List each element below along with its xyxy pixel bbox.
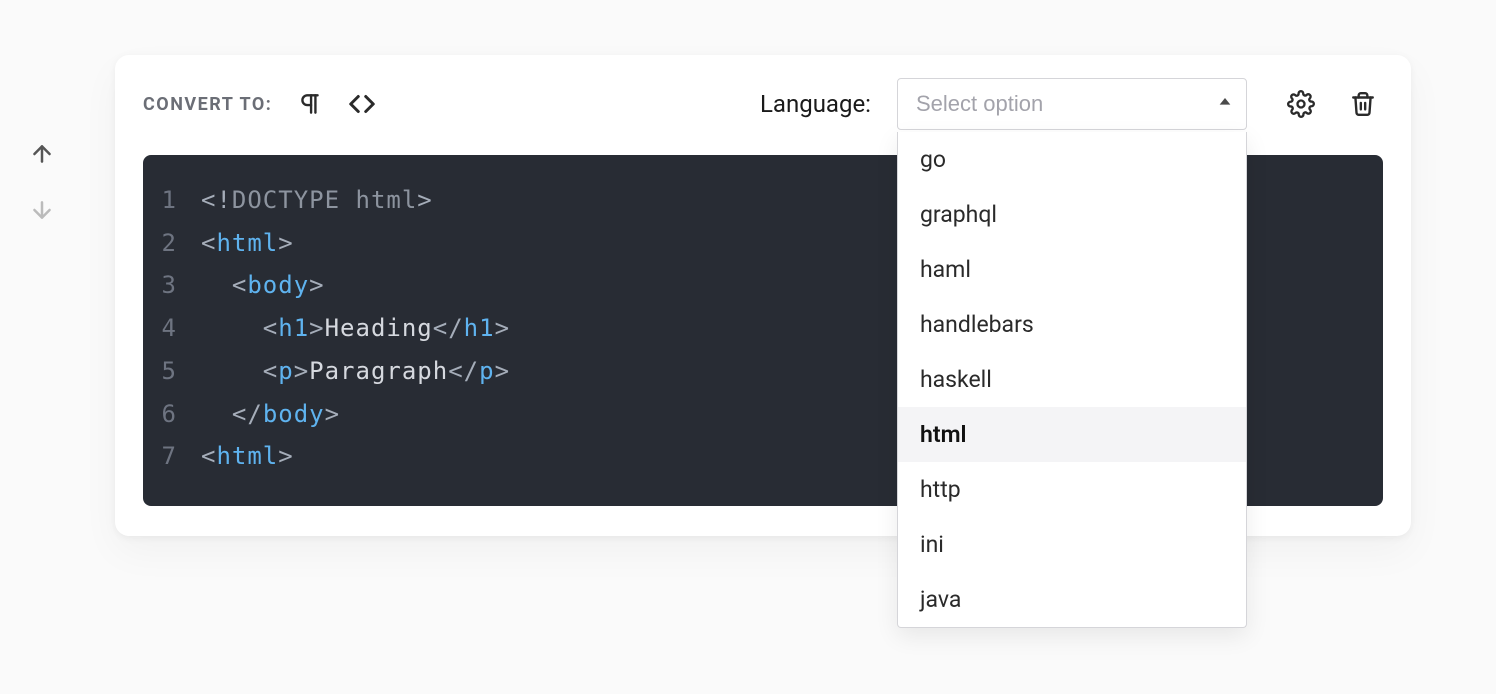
arrow-down-icon [29, 197, 55, 223]
code-content: <html> [201, 435, 294, 478]
side-controls [28, 140, 56, 224]
arrow-up-icon [29, 141, 55, 167]
trash-icon [1350, 91, 1376, 117]
gear-icon [1287, 90, 1315, 118]
move-down-button[interactable] [28, 196, 56, 224]
code-content: <p>Paragraph</p> [201, 350, 510, 393]
language-option-haskell[interactable]: haskell [898, 352, 1246, 407]
language-combobox[interactable]: gographqlhamlhandlebarshaskellhtmlhttpin… [897, 78, 1247, 130]
code-content: <html> [201, 222, 294, 265]
code-content: <body> [201, 264, 325, 307]
code-block-card: CONVERT TO: Language: gographqlhamlhandl… [115, 55, 1411, 536]
line-number: 4 [143, 307, 201, 350]
code-content: <!DOCTYPE html> [201, 179, 433, 222]
line-number: 2 [143, 222, 201, 265]
language-option-http[interactable]: http [898, 462, 1246, 517]
language-option-html[interactable]: html [898, 407, 1246, 462]
language-option-go[interactable]: go [898, 132, 1246, 187]
language-input[interactable] [897, 78, 1247, 130]
line-number: 6 [143, 393, 201, 436]
language-option-graphql[interactable]: graphql [898, 187, 1246, 242]
toolbar: CONVERT TO: Language: gographqlhamlhandl… [143, 77, 1383, 131]
right-icon-group [1281, 84, 1383, 124]
language-label: Language: [760, 90, 871, 118]
convert-paragraph-button[interactable] [290, 84, 330, 124]
language-option-haml[interactable]: haml [898, 242, 1246, 297]
convert-to-label: CONVERT TO: [143, 94, 272, 115]
move-up-button[interactable] [28, 140, 56, 168]
convert-code-button[interactable] [342, 84, 382, 124]
line-number: 5 [143, 350, 201, 393]
line-number: 7 [143, 435, 201, 478]
delete-button[interactable] [1343, 84, 1383, 124]
language-option-java[interactable]: java [898, 572, 1246, 627]
settings-button[interactable] [1281, 84, 1321, 124]
line-number: 3 [143, 264, 201, 307]
code-icon [347, 89, 377, 119]
line-number: 1 [143, 179, 201, 222]
code-content: <h1>Heading</h1> [201, 307, 510, 350]
language-option-handlebars[interactable]: handlebars [898, 297, 1246, 352]
language-dropdown: gographqlhamlhandlebarshaskellhtmlhttpin… [897, 132, 1247, 628]
paragraph-icon [297, 91, 323, 117]
code-content: </body> [201, 393, 340, 436]
language-option-ini[interactable]: ini [898, 517, 1246, 572]
